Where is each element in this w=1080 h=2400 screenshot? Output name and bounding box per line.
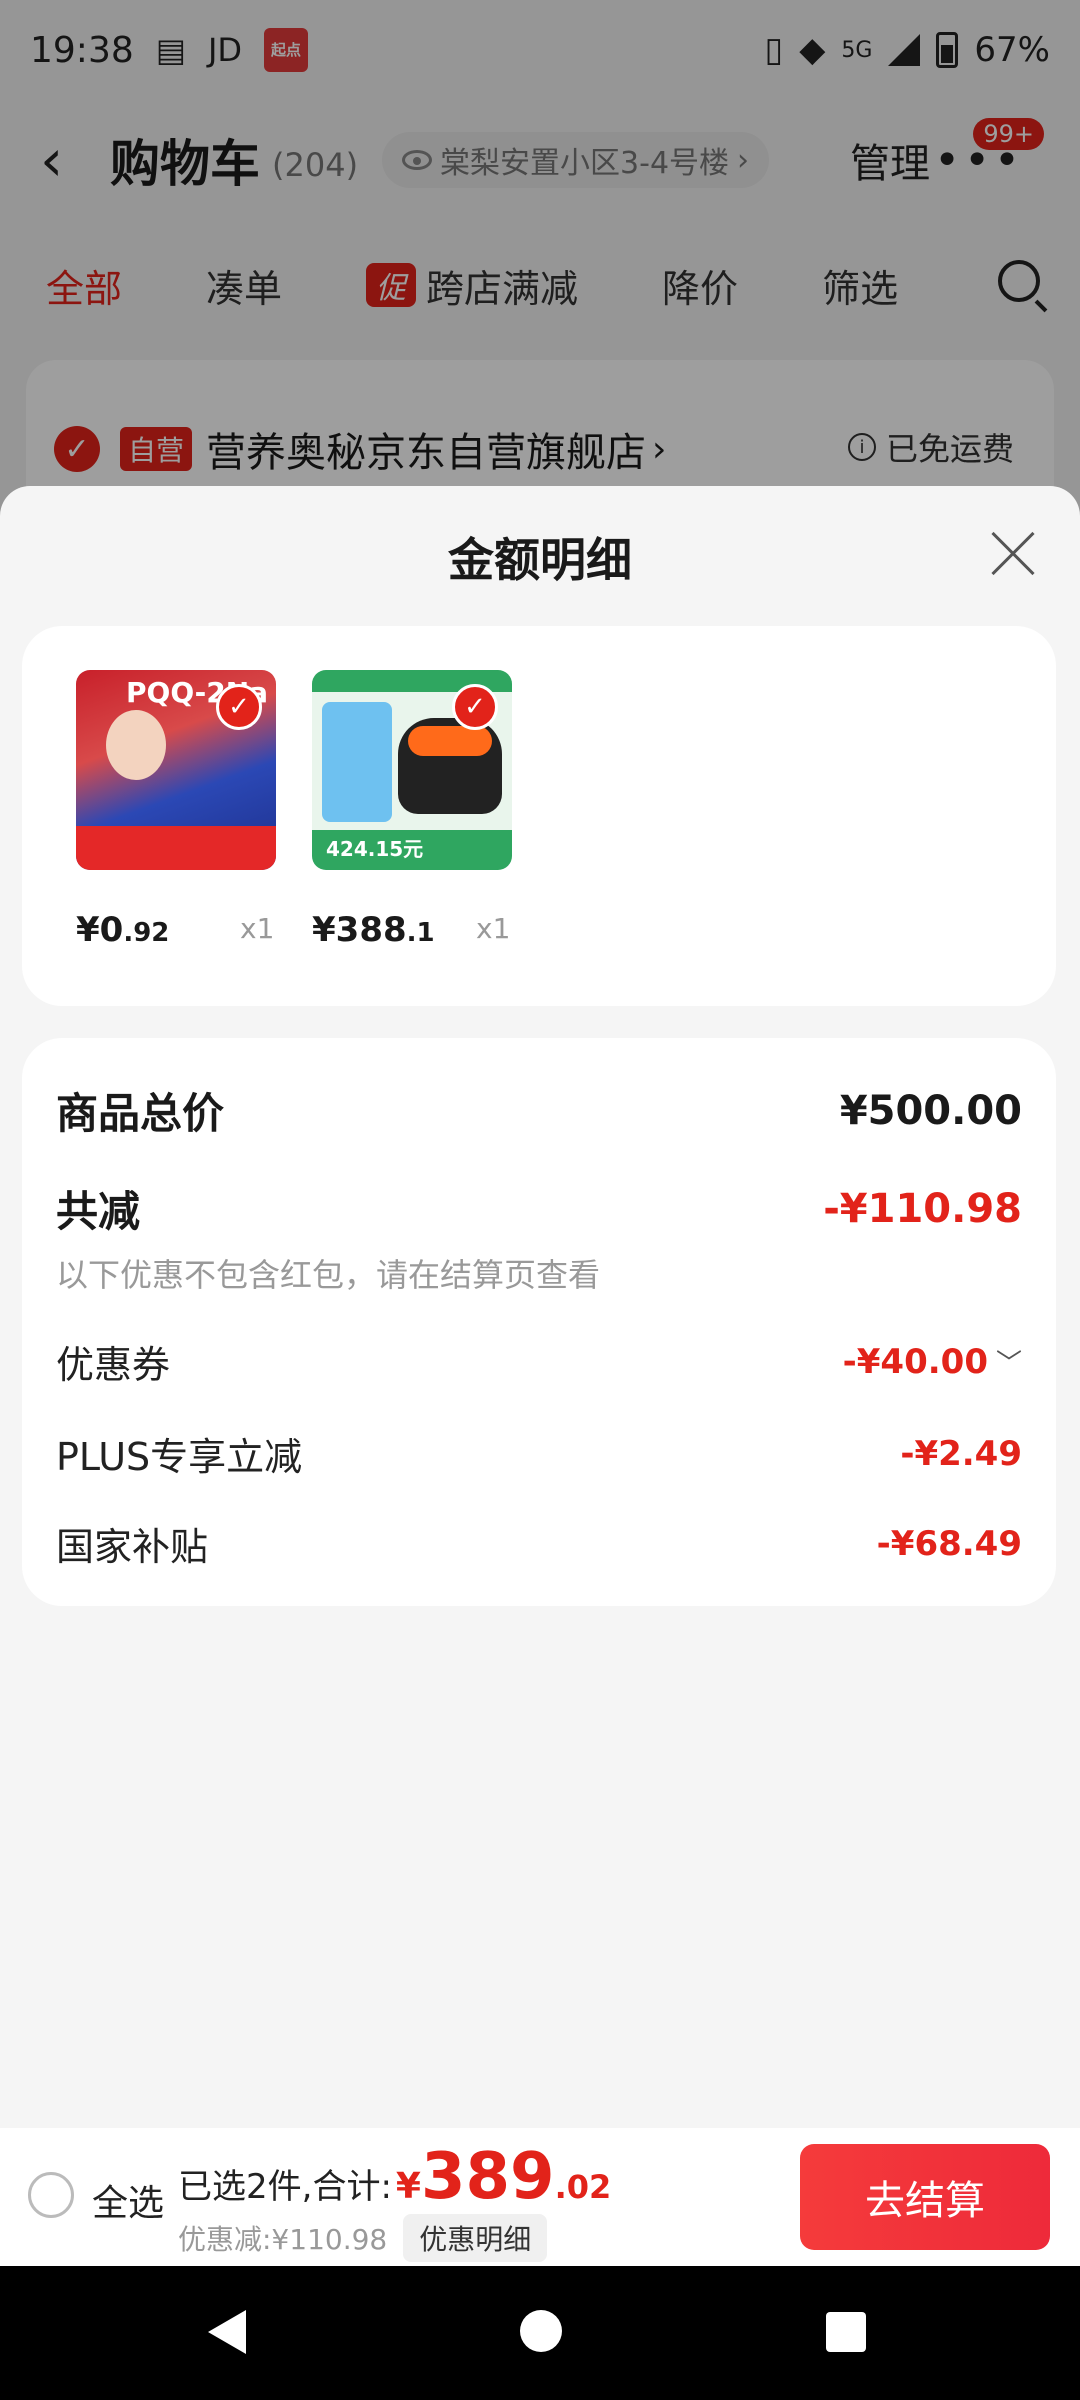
reduce-label: 共减 [56,1187,141,1236]
system-nav-bar [0,2266,1080,2400]
total-label: 商品总价 [56,1089,225,1138]
nav-recents-icon[interactable] [826,2312,866,2352]
product-price: ¥388.1 [312,910,435,950]
subsidy-row: 国家补贴 -¥68.49 [56,1516,1022,1571]
selected-text: 已选2件,合计: [178,2167,392,2207]
subsidy-value: -¥68.49 [876,1523,1022,1564]
checkout-button[interactable]: 去结算 [800,2144,1050,2250]
price-int: ¥388 [312,910,407,950]
discount-line: 优惠减:¥110.98 优惠明细 [178,2214,548,2262]
currency-symbol: ¥ [395,2166,421,2207]
close-icon[interactable] [988,530,1036,578]
total-row: 商品总价 ¥500.00 [56,1080,1022,1141]
price-dec: .1 [406,918,435,948]
product-image-text: 424.15元 [326,837,424,861]
product-qty: x1 [240,912,275,945]
chevron-down-icon: ﹀ [995,1349,1022,1379]
nav-back-icon[interactable] [208,2310,246,2354]
product-image: PQQ-2Na ✓ [76,670,276,870]
coupon-row[interactable]: 优惠券 -¥40.00 ﹀ [56,1334,1022,1389]
check-icon: ✓ [452,684,498,730]
product-image: 424.15元 ✓ [312,670,512,870]
subsidy-label: 国家补贴 [56,1525,209,1569]
nav-home-icon[interactable] [520,2310,562,2352]
product-item[interactable]: 424.15元 ✓ ¥388.1 x1 [312,670,512,950]
reduce-note: 以下优惠不包含红包，请在结算页查看 [56,1256,601,1294]
select-all-label[interactable]: 全选 [92,2174,164,2226]
plus-row: PLUS专享立减 -¥2.49 [56,1426,1022,1481]
price-dec: .92 [123,918,170,948]
coupon-value-wrap: -¥40.00 ﹀ [843,1342,1022,1382]
price-int: ¥0 [76,910,124,950]
reduce-row: 共减 -¥110.98 [56,1178,1022,1239]
checkout-bar: 全选 已选2件,合计: ¥ 389 .02 优惠减:¥110.98 优惠明细 去… [0,2128,1080,2266]
product-qty: x1 [476,912,511,945]
coupon-value: -¥40.00 [842,1341,988,1382]
product-item[interactable]: PQQ-2Na ✓ ¥0.92 x1 [76,670,276,950]
product-price: ¥0.92 [76,910,169,950]
products-card: PQQ-2Na ✓ ¥0.92 x1 424.15元 ✓ ¥388.1 x1 [22,626,1056,1006]
summary-card: 商品总价 ¥500.00 共减 -¥110.98 以下优惠不包含红包，请在结算页… [22,1038,1056,1606]
reduce-value: -¥110.98 [823,1185,1022,1232]
plus-label: PLUS专享立减 [56,1435,303,1479]
total-int: 389 [420,2140,555,2214]
discount-text: 优惠减:¥110.98 [178,2223,388,2256]
check-icon: ✓ [216,684,262,730]
coupon-label: 优惠券 [56,1343,171,1387]
total-dec: .02 [554,2168,612,2206]
plus-value: -¥2.49 [900,1433,1022,1474]
sheet-title: 金额明细 [448,533,632,587]
total-summary: 已选2件,合计: ¥ 389 .02 [178,2140,611,2214]
total-value: ¥500.00 [839,1087,1022,1134]
discount-detail-button[interactable]: 优惠明细 [403,2214,548,2262]
select-all-checkbox[interactable] [28,2172,74,2218]
amount-detail-sheet: 金额明细 PQQ-2Na ✓ ¥0.92 x1 424.15元 ✓ ¥388.1… [0,486,1080,2266]
